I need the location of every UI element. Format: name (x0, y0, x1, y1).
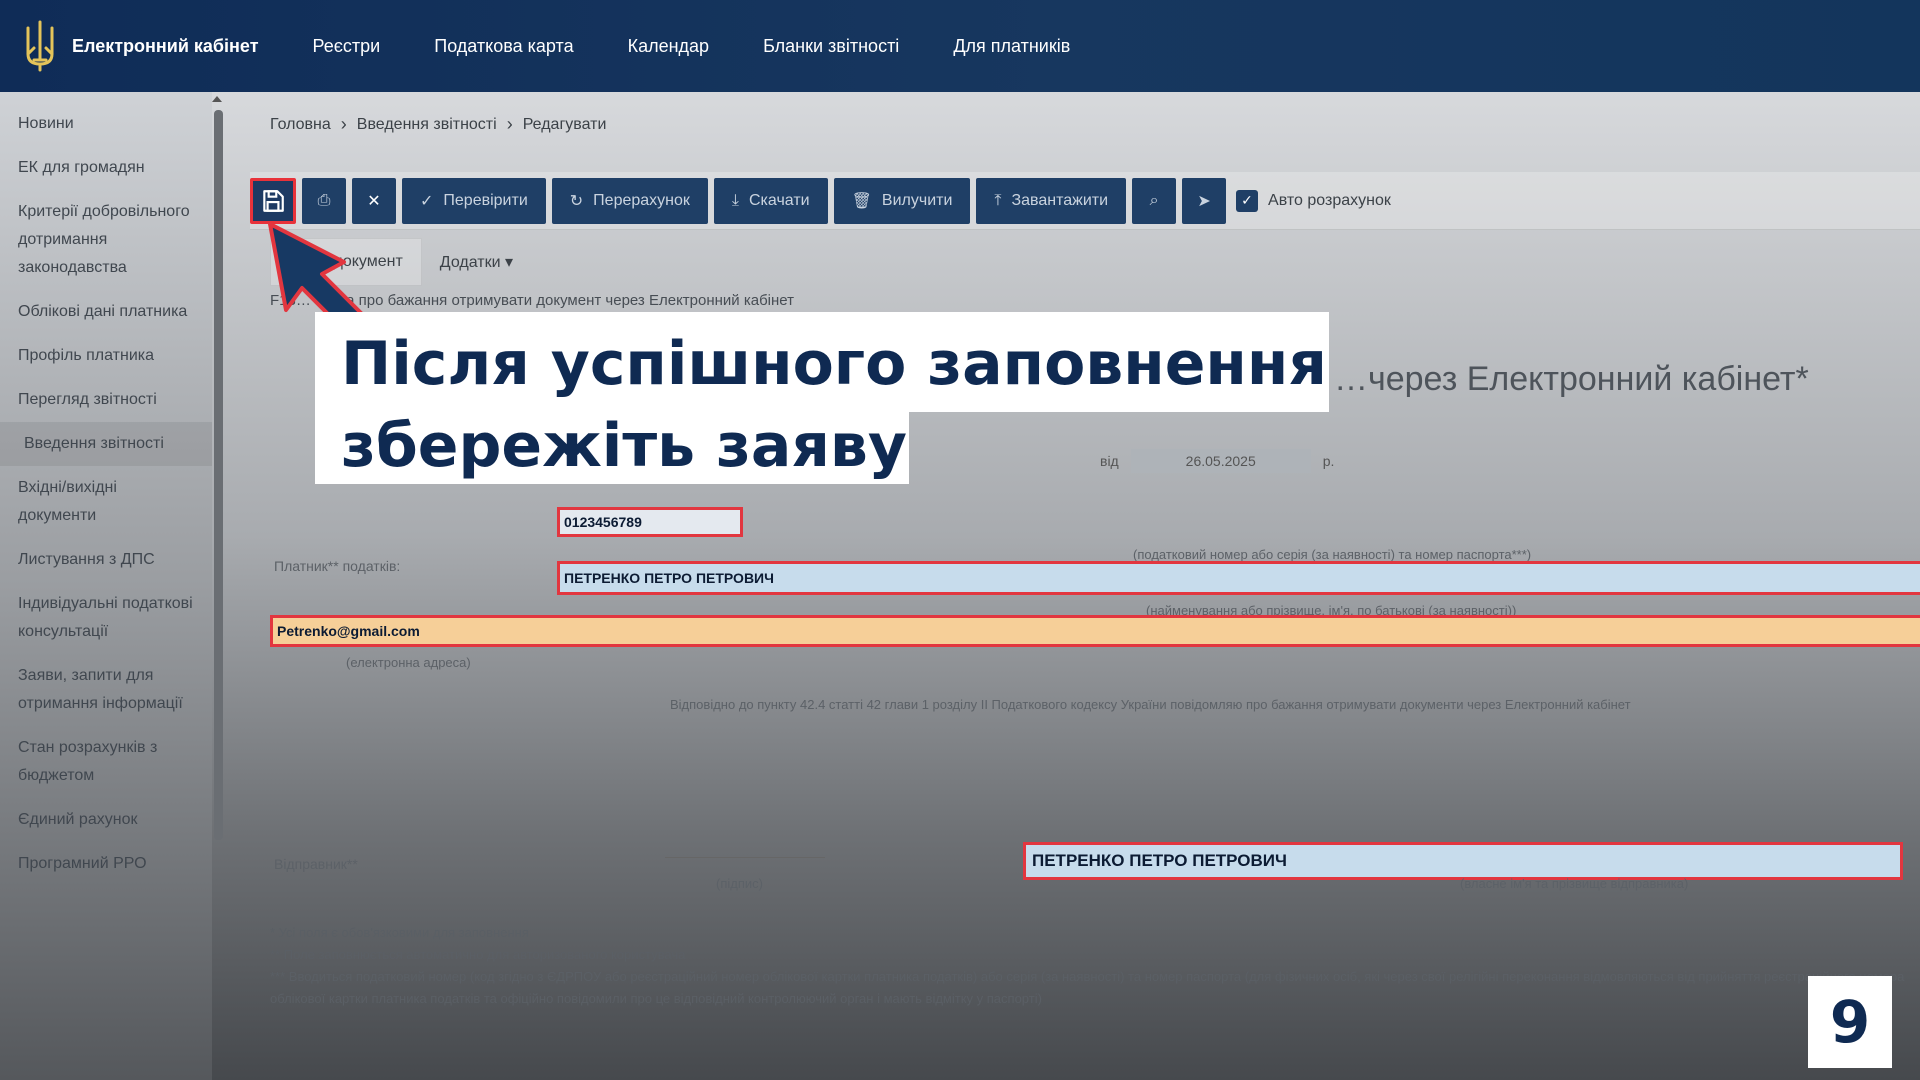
signature-line (665, 857, 825, 858)
tab-attachments[interactable]: Додатки ▾ (422, 238, 531, 286)
tax-number-hint: (податковий номер або серія (за наявност… (1133, 547, 1532, 562)
note-auto-filled: ** Поле заповнюється автоматично для авт… (270, 947, 686, 962)
recalculate-button-label: Перерахунок (593, 191, 690, 209)
sidebar: Новини ЕК для громадян Критерії добровіл… (0, 92, 212, 1080)
sidebar-item-single-account[interactable]: Єдиний рахунок (0, 798, 212, 842)
send-button[interactable]: ➤ (1182, 177, 1227, 224)
print-button[interactable]: ⎙ (302, 177, 346, 224)
check-button-label: Перевірити (443, 191, 528, 209)
search-icon: ⌕ (1149, 191, 1159, 209)
recalculate-button[interactable]: ↻ Перерахунок (551, 177, 708, 224)
sidebar-item-profile[interactable]: Профіль платника (0, 334, 212, 378)
nav-registries[interactable]: Реєстри (313, 36, 381, 57)
send-icon: ➤ (1197, 192, 1211, 210)
delete-button[interactable]: 🗑 Вилучити (833, 177, 971, 224)
sidebar-scrollbar[interactable] (214, 110, 223, 840)
close-button[interactable]: ✕ (352, 177, 396, 224)
auto-calc-checkbox[interactable]: ✓ (1236, 189, 1259, 212)
sender-label: Відправник** (274, 856, 358, 872)
chevron-right-icon: › (340, 114, 347, 134)
sidebar-item-compliance[interactable]: Критерії добровільного дотримання законо… (0, 190, 212, 290)
trash-icon: 🗑 (851, 192, 872, 210)
breadcrumb: Головна › Введення звітності › Редагуват… (270, 114, 606, 135)
sidebar-item-citizens[interactable]: ЕК для громадян (0, 146, 212, 190)
date-prefix: від (1100, 453, 1119, 469)
sidebar-item-requests[interactable]: Заяви, запити для отримання інформації (0, 654, 212, 726)
sidebar-item-consultations[interactable]: Індивідуальні податкові консультації (0, 582, 212, 654)
check-button[interactable]: ✓ Перевірити (402, 177, 546, 224)
download-icon: ⤓ (731, 191, 739, 209)
main-panel: Головна › Введення звітності › Редагуват… (250, 92, 1920, 1080)
toolbar: ⎙ ✕ ✓ Перевірити ↻ Перерахунок ⤓ Скачати… (250, 172, 1920, 230)
printer-icon: ⎙ (317, 191, 331, 209)
sidebar-item-cash-register[interactable]: Програмний РРО (0, 842, 212, 886)
auto-calc-toggle[interactable]: ✓ Авто розрахунок (1236, 189, 1391, 212)
chevron-right-icon: › (506, 114, 513, 134)
checkmark-icon: ✓ (1241, 192, 1253, 208)
download-button-label: Скачати (748, 191, 810, 209)
nav-report-forms[interactable]: Бланки звітності (763, 36, 899, 57)
checkmark-icon: ✓ (420, 192, 434, 210)
date-row: від 26.05.2025 р. (1100, 449, 1334, 473)
top-navigation: Електронний кабінет Реєстри Податкова ка… (0, 0, 1920, 92)
payer-name-field[interactable]: ПЕТРЕНКО ПЕТРО ПЕТРОВИЧ (557, 561, 1920, 595)
sender-hint: (власне ім'я та прізвище відправника) (1460, 876, 1689, 891)
note-required: * Усі поля є обов'язковими для заповненн… (270, 925, 529, 940)
auto-calc-label: Авто розрахунок (1268, 191, 1391, 209)
brand-title[interactable]: Електронний кабінет (72, 36, 259, 57)
sidebar-item-enter-reports[interactable]: Введення звітності (0, 422, 212, 466)
signature-hint: (підпис) (716, 876, 763, 891)
tax-number-field[interactable]: 0123456789 (557, 507, 743, 537)
upload-button-label: Завантажити (1011, 191, 1109, 209)
sidebar-item-documents[interactable]: Вхідні/вихідні документи (0, 466, 212, 538)
nav-tax-map[interactable]: Податкова карта (434, 36, 573, 57)
sidebar-item-account-data[interactable]: Облікові дані платника (0, 290, 212, 334)
form-notes: * Усі поля є обов'язковими для заповненн… (270, 922, 1910, 1010)
download-button[interactable]: ⤓ Скачати (713, 177, 828, 224)
trident-logo-icon[interactable] (20, 17, 60, 75)
sidebar-item-news[interactable]: Новини (0, 102, 212, 146)
date-field[interactable]: 26.05.2025 (1130, 449, 1311, 473)
breadcrumb-home[interactable]: Головна (270, 116, 331, 134)
payer-label: Платник** податків: (274, 558, 401, 574)
upload-icon: ⤒ (994, 191, 1002, 209)
delete-button-label: Вилучити (881, 191, 953, 209)
statement-text: Відповідно до пункту 42.4 статті 42 глав… (670, 697, 1631, 712)
upload-button[interactable]: ⤒ Завантажити (976, 177, 1127, 224)
search-button[interactable]: ⌕ (1132, 177, 1177, 224)
sender-name-field[interactable]: ПЕТРЕНКО ПЕТРО ПЕТРОВИЧ (1023, 842, 1903, 880)
callout-line-2: збережіть заяву (315, 408, 909, 484)
email-hint: (електронна адреса) (346, 655, 471, 670)
nav-calendar[interactable]: Календар (628, 36, 709, 57)
sidebar-item-budget[interactable]: Стан розрахунків з бюджетом (0, 726, 212, 798)
date-suffix: р. (1322, 453, 1335, 469)
breadcrumb-enter-reports[interactable]: Введення звітності (357, 116, 497, 134)
step-number-badge: 9 (1808, 976, 1892, 1068)
nav-for-payers[interactable]: Для платників (953, 36, 1070, 57)
callout-line-1: Після успішного заповнення (315, 312, 1329, 412)
refresh-icon: ↻ (569, 192, 584, 210)
sidebar-item-correspondence[interactable]: Листування з ДПС (0, 538, 212, 582)
close-icon: ✕ (367, 192, 381, 210)
note-tax-number: *** Вводиться податковий номер (код згід… (270, 969, 1905, 1006)
breadcrumb-edit: Редагувати (522, 115, 607, 133)
scroll-up-arrow-icon[interactable] (212, 96, 222, 102)
email-field[interactable]: Petrenko@gmail.com (270, 615, 1920, 647)
save-button[interactable] (250, 177, 296, 224)
floppy-disk-icon (263, 189, 284, 212)
sidebar-item-view-reports[interactable]: Перегляд звітності (0, 378, 212, 422)
